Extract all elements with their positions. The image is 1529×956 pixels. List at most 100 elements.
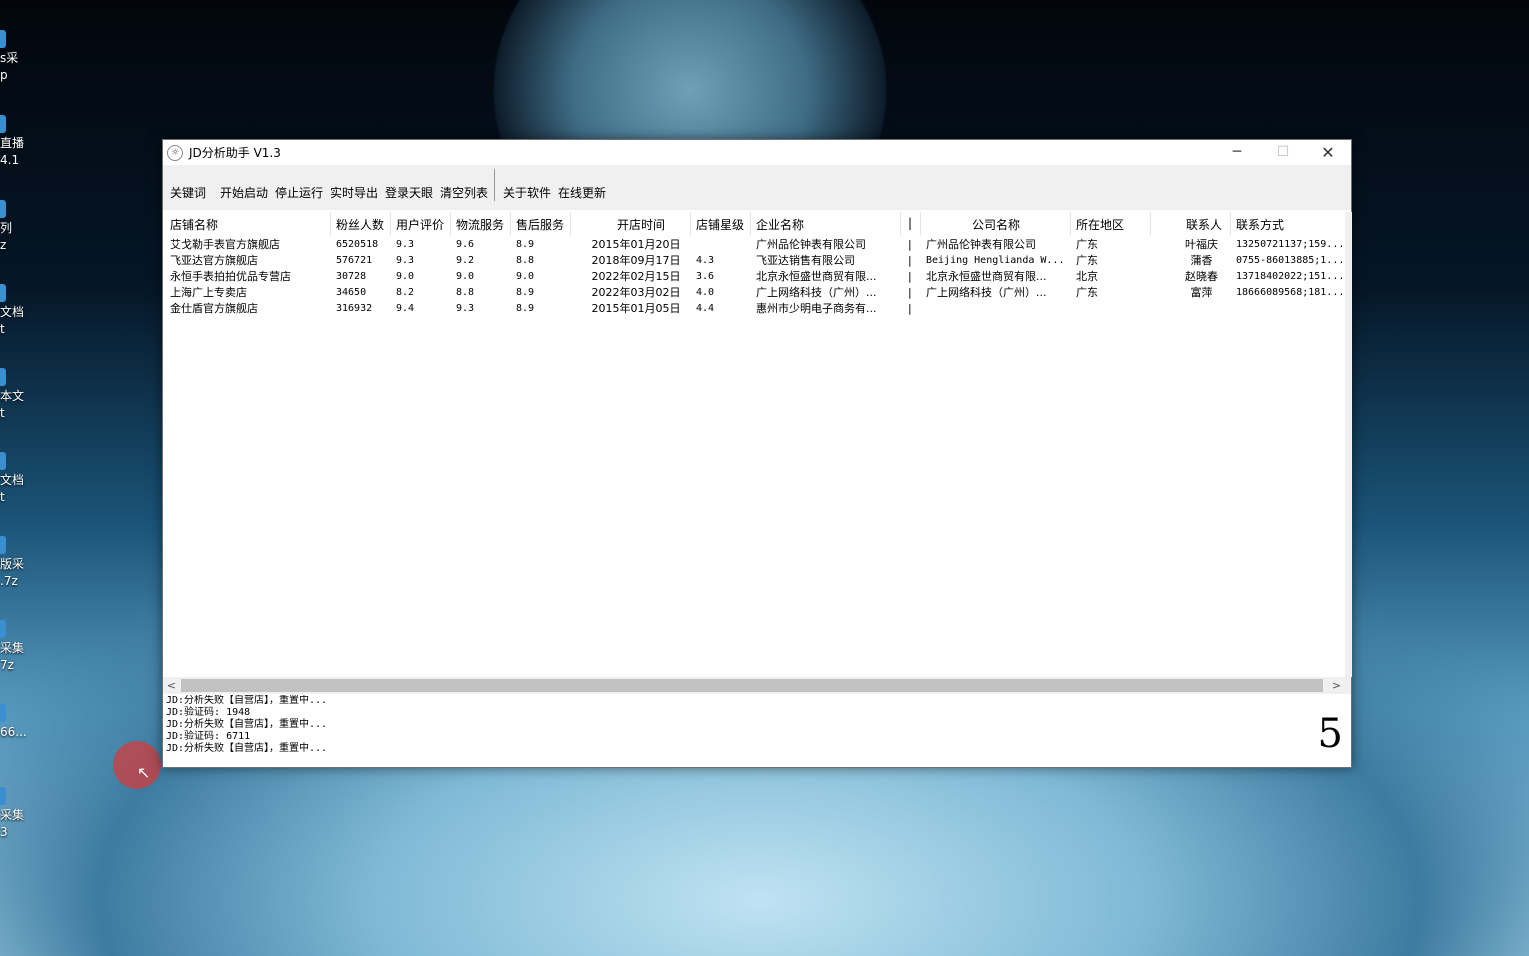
table-cell[interactable]: 2018年09月17日 <box>586 253 686 268</box>
table-cell[interactable]: 8.8 <box>516 253 576 268</box>
results-table[interactable]: 店铺名称 粉丝人数 用户评价 物流服务 售后服务 开店时间 店铺星级 企业名称 | 公司名称 所在地… <box>163 212 1345 677</box>
desktop-icon[interactable]: 采集 7z <box>0 620 30 674</box>
export-button[interactable]: 实时导出 <box>330 184 378 201</box>
table-cell[interactable]: 9.0 <box>516 269 576 284</box>
table-cell[interactable]: 飞亚达官方旗舰店 <box>170 253 330 268</box>
desktop-icon[interactable]: 列 z <box>0 200 30 254</box>
table-cell[interactable]: | <box>908 253 920 268</box>
table-cell[interactable]: 9.3 <box>396 253 452 268</box>
table-cell[interactable]: 6520518 <box>336 237 392 252</box>
column-divider[interactable] <box>330 212 331 236</box>
table-cell[interactable]: 9.2 <box>456 253 512 268</box>
column-header[interactable]: 企业名称 <box>756 216 901 232</box>
column-divider[interactable] <box>1150 212 1151 236</box>
login-button[interactable]: 登录天眼 <box>385 184 433 201</box>
table-cell[interactable]: 8.2 <box>396 285 452 300</box>
table-cell[interactable]: 4.0 <box>696 285 752 300</box>
desktop-icon[interactable]: 采集 3 <box>0 787 30 841</box>
table-cell[interactable]: 永恒手表拍拍优品专营店 <box>170 269 330 284</box>
table-cell[interactable]: 北京永恒盛世商贸有限... <box>756 269 901 284</box>
table-cell[interactable]: 4.4 <box>696 301 752 316</box>
desktop-icon[interactable]: 本文 t <box>0 368 30 422</box>
desktop-icon[interactable]: 直播 4.1 <box>0 115 30 169</box>
table-cell[interactable]: 2022年02月15日 <box>586 269 686 284</box>
column-header[interactable]: 用户评价 <box>396 216 452 232</box>
scroll-thumb[interactable] <box>181 679 1323 692</box>
column-header[interactable]: 店铺星级 <box>696 216 752 232</box>
table-cell[interactable]: 广东 <box>1076 253 1136 268</box>
table-cell[interactable]: 9.0 <box>456 269 512 284</box>
table-cell[interactable]: Beijing Henglianda W... <box>926 253 1066 268</box>
clear-list-button[interactable]: 清空列表 <box>440 184 488 201</box>
maximize-button[interactable]: ☐ <box>1260 140 1306 165</box>
column-header[interactable]: 联系方式 <box>1236 216 1345 232</box>
table-cell[interactable]: 北京永恒盛世商贸有限... <box>926 269 1066 284</box>
table-cell[interactable]: 8.9 <box>516 301 576 316</box>
table-cell[interactable]: 4.3 <box>696 253 752 268</box>
table-cell[interactable]: 0755-86013885;1... <box>1236 253 1345 268</box>
update-button[interactable]: 在线更新 <box>558 184 606 201</box>
table-cell[interactable]: 广州品伦钟表有限公司 <box>926 237 1066 252</box>
table-cell[interactable]: 富萍 <box>1154 285 1249 300</box>
column-header[interactable]: 店铺名称 <box>170 216 330 232</box>
column-header[interactable]: 售后服务 <box>516 216 576 232</box>
table-cell[interactable]: 飞亚达销售有限公司 <box>756 253 901 268</box>
close-button[interactable]: ✕ <box>1305 140 1351 165</box>
table-cell[interactable]: 316932 <box>336 301 392 316</box>
table-cell[interactable]: 上海广上专卖店 <box>170 285 330 300</box>
about-button[interactable]: 关于软件 <box>503 184 551 201</box>
table-cell[interactable]: 9.4 <box>396 301 452 316</box>
table-cell[interactable]: 8.9 <box>516 285 576 300</box>
keyword-button[interactable]: 关键词 <box>170 184 206 201</box>
table-cell[interactable]: 广上网络科技（广州）... <box>756 285 901 300</box>
table-cell[interactable]: 30728 <box>336 269 392 284</box>
vertical-scrollbar[interactable] <box>1345 212 1352 677</box>
table-cell[interactable]: 8.9 <box>516 237 576 252</box>
table-cell[interactable]: 北京 <box>1076 269 1136 284</box>
table-cell[interactable]: 2022年03月02日 <box>586 285 686 300</box>
table-cell[interactable]: 13250721137;159... <box>1236 237 1345 252</box>
table-cell[interactable]: 广东 <box>1076 285 1136 300</box>
table-cell[interactable]: 广州品伦钟表有限公司 <box>756 237 901 252</box>
start-button[interactable]: 开始启动 <box>220 184 268 201</box>
table-cell[interactable]: 广东 <box>1076 237 1136 252</box>
scroll-right-icon[interactable]: > <box>1328 677 1345 694</box>
table-cell[interactable]: 广上网络科技（广州）... <box>926 285 1066 300</box>
table-cell[interactable]: 18666089568;181... <box>1236 285 1345 300</box>
desktop-icon[interactable]: 66... <box>0 704 30 741</box>
minimize-button[interactable]: ─ <box>1214 140 1260 165</box>
table-cell[interactable] <box>926 301 1066 316</box>
table-cell[interactable]: 9.0 <box>396 269 452 284</box>
column-header[interactable]: 公司名称 <box>916 216 1076 232</box>
title-bar[interactable]: ☼ JD分析助手 V1.3 ─ ☐ ✕ <box>163 140 1351 165</box>
table-cell[interactable]: 2015年01月05日 <box>586 301 686 316</box>
table-cell[interactable]: 金仕盾官方旗舰店 <box>170 301 330 316</box>
table-cell[interactable]: 9.6 <box>456 237 512 252</box>
column-header[interactable]: 所在地区 <box>1076 216 1136 232</box>
column-divider[interactable] <box>690 212 691 236</box>
column-header[interactable]: 粉丝人数 <box>336 216 392 232</box>
table-cell[interactable]: 3.6 <box>696 269 752 284</box>
desktop-icon[interactable]: 文档 t <box>0 452 30 506</box>
horizontal-scrollbar[interactable]: < > <box>163 677 1351 694</box>
table-cell[interactable]: | <box>908 285 920 300</box>
table-cell[interactable] <box>1236 301 1345 316</box>
table-cell[interactable]: 9.3 <box>456 301 512 316</box>
column-header[interactable]: 物流服务 <box>456 216 512 232</box>
table-cell[interactable]: 34650 <box>336 285 392 300</box>
table-cell[interactable]: 惠州市少明电子商务有... <box>756 301 901 316</box>
table-cell[interactable]: | <box>908 269 920 284</box>
table-cell[interactable]: 576721 <box>336 253 392 268</box>
column-header[interactable]: 联系人 <box>1164 216 1244 232</box>
table-cell[interactable] <box>696 237 752 252</box>
table-cell[interactable]: | <box>908 301 920 316</box>
table-cell[interactable]: 2015年01月20日 <box>586 237 686 252</box>
scroll-left-icon[interactable]: < <box>163 677 180 694</box>
table-cell[interactable]: 13718402022;151... <box>1236 269 1345 284</box>
table-cell[interactable]: 艾戈勒手表官方旗舰店 <box>170 237 330 252</box>
desktop-icon[interactable]: 版采 .7z <box>0 536 30 590</box>
stop-button[interactable]: 停止运行 <box>275 184 323 201</box>
table-cell[interactable] <box>1076 301 1136 316</box>
column-header[interactable]: 开店时间 <box>596 216 686 232</box>
desktop-icon[interactable]: 文档 t <box>0 284 30 338</box>
